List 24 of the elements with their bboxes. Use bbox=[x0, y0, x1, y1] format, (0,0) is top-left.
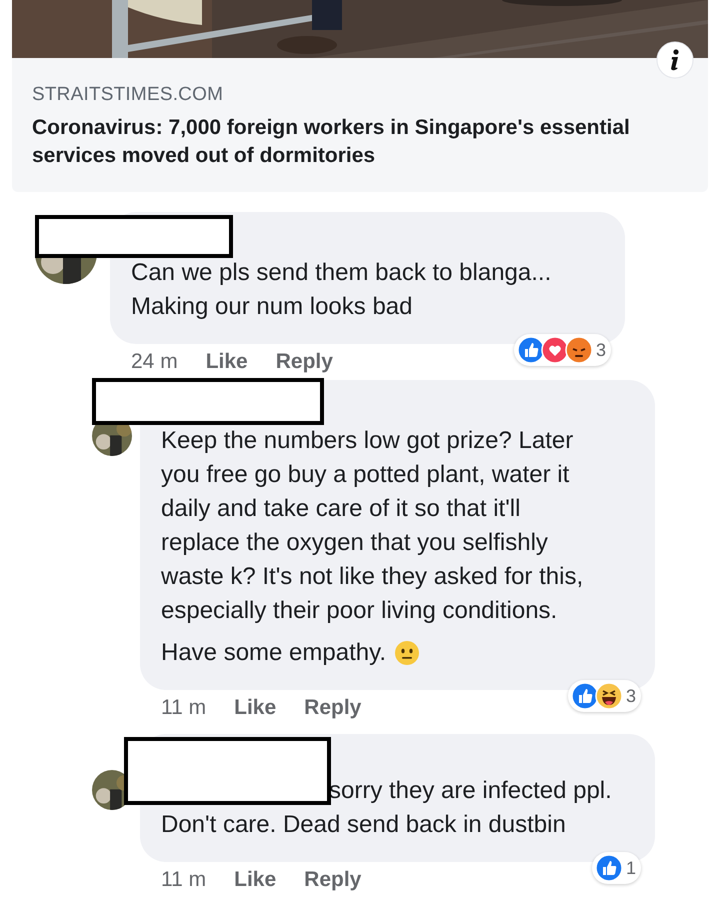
source-domain: STRAITSTIMES.COM bbox=[32, 84, 224, 106]
thumbs-up-icon bbox=[516, 336, 545, 364]
comment-time: 24 m bbox=[131, 350, 178, 374]
comment-time: 11 m bbox=[161, 868, 206, 892]
thumbs-up-icon bbox=[570, 682, 599, 710]
thumbs-up-icon bbox=[594, 854, 623, 882]
article-headline[interactable]: Coronavirus: 7,000 foreign workers in Singapore's essential services moved out of dormitories bbox=[32, 114, 688, 170]
reaction-summary[interactable]: 3 bbox=[514, 334, 611, 366]
like-button[interactable]: Like bbox=[234, 868, 276, 892]
reply-button[interactable]: Reply bbox=[304, 868, 362, 892]
comment-text: sorry they are infected ppl. Don't care. Dead send back in dustbin bbox=[161, 776, 613, 840]
reply-button[interactable]: Reply bbox=[276, 350, 333, 374]
reaction-summary[interactable]: 3 bbox=[568, 680, 641, 712]
comment-text: Keep the numbers low got prize? Later you free go buy a potted plant, water it daily and take care of it so that it'll replace the oxygen that you selfishly waste k? It's not like they asked for this, especially their poor living conditions. bbox=[161, 426, 584, 626]
comment-time: 11 m bbox=[161, 696, 206, 720]
laughing-face-icon bbox=[594, 682, 623, 710]
reply-button[interactable]: Reply bbox=[304, 696, 362, 720]
neutral-face-icon bbox=[394, 640, 420, 666]
like-button[interactable]: Like bbox=[206, 350, 248, 374]
reaction-summary[interactable]: 1 bbox=[592, 852, 641, 884]
comment-text: Have some empathy. bbox=[161, 638, 386, 668]
comment-text: Can we pls send them back to blanga... Making our num looks bad bbox=[131, 258, 552, 322]
angry-face-icon bbox=[564, 336, 593, 364]
like-button[interactable]: Like bbox=[234, 696, 276, 720]
